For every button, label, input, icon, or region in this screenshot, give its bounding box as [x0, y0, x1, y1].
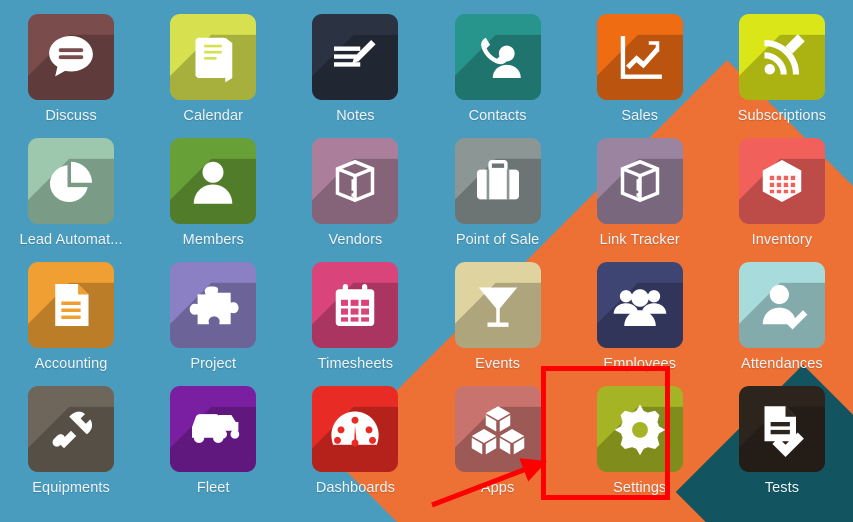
app-tile-label: Discuss	[45, 108, 97, 124]
app-tile-label: Tests	[764, 480, 800, 496]
app-tile-link-tracker[interactable]: Link Tracker	[569, 130, 711, 254]
rss-pencil-icon[interactable]	[738, 14, 825, 100]
app-tile-label: Project	[190, 356, 237, 372]
app-tile-inventory[interactable]: Inventory	[711, 130, 853, 254]
app-tile-fleet[interactable]: Fleet	[142, 378, 284, 502]
growth-chart-icon[interactable]	[596, 14, 683, 100]
document-check-icon[interactable]	[738, 386, 825, 472]
puzzle-icon[interactable]	[170, 262, 257, 348]
app-tile-project[interactable]: Project	[142, 254, 284, 378]
app-drawer: Discuss Calendar Notes Contacts Sales Subscri…	[0, 0, 853, 522]
app-tile-attendances[interactable]: Attendances	[711, 254, 853, 378]
app-tile-discuss[interactable]: Discuss	[0, 6, 142, 130]
app-tile-members[interactable]: Members	[142, 130, 284, 254]
hammer-icon[interactable]	[28, 386, 115, 472]
app-tile-label: Point of Sale	[455, 232, 540, 248]
document-icon[interactable]	[28, 262, 115, 348]
app-tile-label: Settings	[613, 480, 667, 496]
person-check-icon[interactable]	[738, 262, 825, 348]
app-tile-label: Events	[475, 356, 521, 372]
blocks-icon[interactable]	[454, 386, 541, 472]
app-tile-label: Calendar	[183, 108, 244, 124]
app-tile-lead-automat[interactable]: Lead Automat...	[0, 130, 142, 254]
app-tile-employees[interactable]: Employees	[569, 254, 711, 378]
gauge-icon[interactable]	[312, 386, 399, 472]
box-alert-icon[interactable]	[596, 138, 683, 224]
gear-icon[interactable]	[596, 386, 683, 472]
warehouse-icon[interactable]	[738, 138, 825, 224]
cars-icon[interactable]	[170, 386, 257, 472]
app-tile-timesheets[interactable]: Timesheets	[284, 254, 426, 378]
app-tile-label: Link Tracker	[599, 232, 680, 248]
app-tile-label: Inventory	[751, 232, 813, 248]
app-tile-dashboards[interactable]: Dashboards	[284, 378, 426, 502]
app-tile-label: Members	[182, 232, 244, 248]
app-tile-contacts[interactable]: Contacts	[427, 6, 569, 130]
app-tile-sales[interactable]: Sales	[569, 6, 711, 130]
app-tile-label: Contacts	[468, 108, 527, 124]
pie-chart-icon[interactable]	[28, 138, 115, 224]
app-tile-tests[interactable]: Tests	[711, 378, 853, 502]
app-tile-label: Apps	[480, 480, 515, 496]
box-alert-icon[interactable]	[312, 138, 399, 224]
people-group-icon[interactable]	[596, 262, 683, 348]
app-tile-label: Vendors	[328, 232, 383, 248]
app-tile-label: Dashboards	[315, 480, 395, 496]
app-tile-equipments[interactable]: Equipments	[0, 378, 142, 502]
app-tile-label: Notes	[336, 108, 375, 124]
app-tile-vendors[interactable]: Vendors	[284, 130, 426, 254]
app-tile-label: Timesheets	[317, 356, 394, 372]
app-tile-accounting[interactable]: Accounting	[0, 254, 142, 378]
app-tile-subscriptions[interactable]: Subscriptions	[711, 6, 853, 130]
notes-pencil-icon[interactable]	[312, 14, 399, 100]
app-tile-settings[interactable]: Settings	[569, 378, 711, 502]
calendar-grid-icon[interactable]	[312, 262, 399, 348]
cocktail-icon[interactable]	[454, 262, 541, 348]
app-tile-notes[interactable]: Notes	[284, 6, 426, 130]
phone-person-icon[interactable]	[454, 14, 541, 100]
app-tile-label: Employees	[603, 356, 677, 372]
person-icon[interactable]	[170, 138, 257, 224]
app-tile-label: Accounting	[34, 356, 108, 372]
app-tile-label: Equipments	[32, 480, 110, 496]
book-icon[interactable]	[170, 14, 257, 100]
app-tile-label: Fleet	[196, 480, 230, 496]
app-tile-label: Sales	[621, 108, 659, 124]
app-tile-apps[interactable]: Apps	[427, 378, 569, 502]
app-grid: Discuss Calendar Notes Contacts Sales Subscri…	[0, 0, 853, 522]
chat-bubble-icon[interactable]	[28, 14, 115, 100]
app-tile-calendar[interactable]: Calendar	[142, 6, 284, 130]
app-tile-point-of-sale[interactable]: Point of Sale	[427, 130, 569, 254]
app-tile-label: Subscriptions	[737, 108, 827, 124]
app-tile-label: Lead Automat...	[19, 232, 123, 248]
app-tile-events[interactable]: Events	[427, 254, 569, 378]
app-tile-label: Attendances	[741, 356, 823, 372]
briefcase-icon[interactable]	[454, 138, 541, 224]
